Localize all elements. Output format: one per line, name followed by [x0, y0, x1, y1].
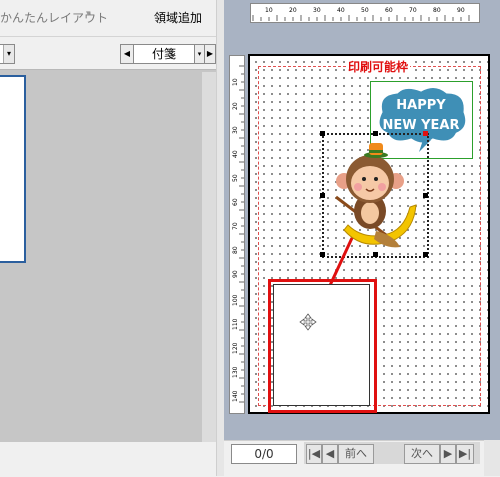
resize-handle[interactable] — [423, 193, 428, 198]
left-combo[interactable]: ▾ — [0, 44, 15, 64]
field-next-button[interactable]: ▶ — [204, 44, 216, 64]
right-scrollbar[interactable] — [484, 440, 500, 476]
page-counter-field[interactable]: 0/0 — [231, 444, 297, 464]
vruler-label: 100 — [232, 294, 239, 306]
left-status-area — [0, 442, 216, 476]
vruler-label: 90 — [232, 270, 239, 278]
page-thumbnail[interactable] — [0, 75, 26, 263]
vruler-label: 10 — [232, 78, 239, 86]
vruler-label: 40 — [232, 150, 239, 158]
vertical-ruler: 10 20 30 40 50 60 70 80 90 100 110 120 1… — [229, 55, 245, 414]
easy-layout-button[interactable]: かんたんレイアウト — [0, 9, 108, 26]
vruler-label: 130 — [232, 366, 239, 378]
card-text-new-year: NEW YEAR — [383, 118, 460, 133]
resize-handle[interactable] — [423, 131, 428, 136]
left-scrollbar[interactable] — [202, 72, 216, 442]
horizontal-ruler: 10 20 30 40 50 60 70 80 90 — [250, 3, 480, 23]
resize-handle[interactable] — [373, 252, 378, 257]
resize-handle[interactable] — [373, 131, 378, 136]
resize-handle[interactable] — [320, 193, 325, 198]
first-page-button[interactable]: |◀ — [306, 444, 322, 464]
vruler-label: 80 — [232, 246, 239, 254]
resize-handle[interactable] — [423, 252, 428, 257]
vruler-label: 110 — [232, 318, 239, 330]
hruler-label: 40 — [337, 7, 345, 14]
hruler-label: 80 — [433, 7, 441, 14]
empty-image-frame[interactable] — [273, 284, 370, 406]
last-page-button[interactable]: ▶| — [456, 444, 474, 464]
hruler-label: 10 — [265, 7, 273, 14]
vruler-label: 30 — [232, 126, 239, 134]
prev-page-button[interactable]: 前へ — [338, 444, 374, 464]
vruler-label: 50 — [232, 174, 239, 182]
hruler-label: 60 — [385, 7, 393, 14]
easy-layout-dropdown-icon[interactable]: ▾ — [86, 9, 91, 19]
prev-page-icon-button[interactable]: ◀ — [322, 444, 338, 464]
hruler-label: 70 — [409, 7, 417, 14]
hruler-label: 30 — [313, 7, 321, 14]
hruler-label: 20 — [289, 7, 297, 14]
field-prev-button[interactable]: ◀ — [120, 44, 134, 64]
vruler-label: 120 — [232, 342, 239, 354]
hruler-label: 50 — [361, 7, 369, 14]
vruler-label: 140 — [232, 390, 239, 402]
add-region-button[interactable]: 領域追加 — [154, 9, 202, 26]
field-select[interactable]: 付箋 — [133, 44, 195, 64]
resize-handle[interactable] — [320, 131, 325, 136]
next-page-button[interactable]: 次へ — [404, 444, 440, 464]
combo-dropdown-icon[interactable]: ▾ — [3, 45, 14, 63]
vruler-label: 20 — [232, 102, 239, 110]
vruler-label: 70 — [232, 222, 239, 230]
printable-area-label: 印刷可能枠 — [346, 58, 411, 75]
hruler-label: 90 — [457, 7, 465, 14]
vruler-label: 60 — [232, 198, 239, 206]
left-pane — [0, 0, 216, 476]
move-cursor-icon — [299, 313, 317, 331]
next-page-icon-button[interactable]: ▶ — [440, 444, 456, 464]
card-text-happy: HAPPY — [396, 98, 446, 113]
